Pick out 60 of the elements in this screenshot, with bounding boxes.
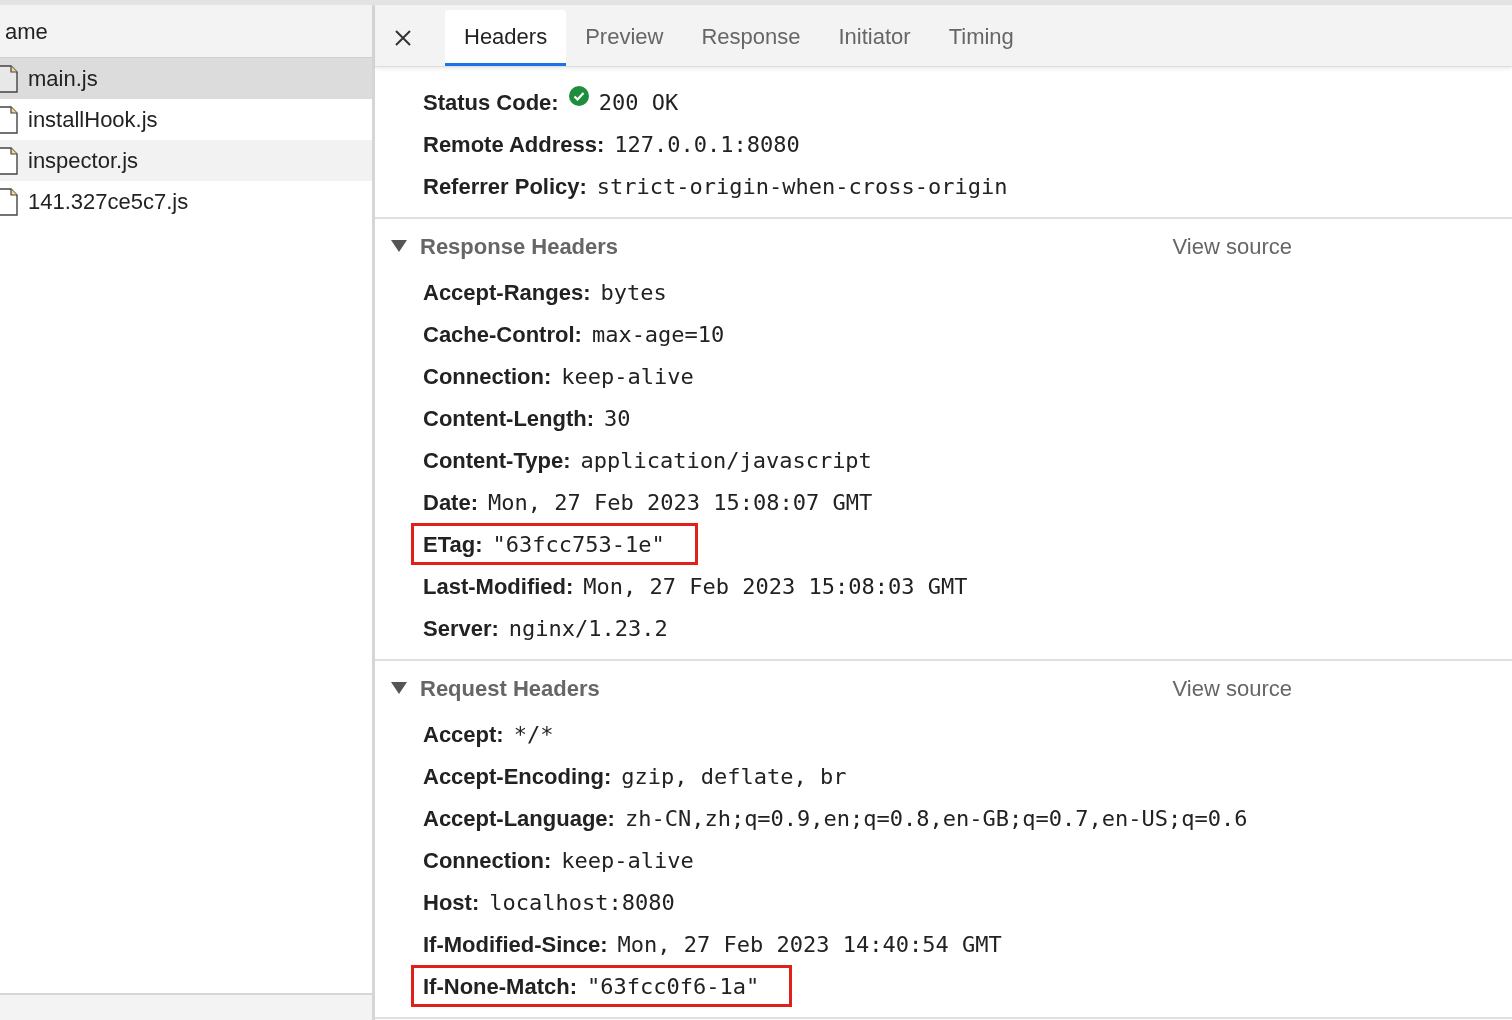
header-name: Accept:: [423, 720, 504, 749]
header-value: "63fcc0f6-1a": [587, 972, 760, 1001]
file-row[interactable]: inspector.js: [0, 140, 372, 181]
tab[interactable]: Timing: [929, 10, 1033, 66]
header-name: Accept-Ranges:: [423, 278, 591, 307]
header-name: Last-Modified:: [423, 572, 574, 601]
view-source-link[interactable]: View source: [1172, 671, 1292, 705]
header-value: strict-origin-when-cross-origin: [596, 172, 1008, 201]
header-value: Mon, 27 Feb 2023 15:08:03 GMT: [583, 572, 968, 601]
header-name: ETag:: [423, 530, 483, 559]
file-name: installHook.js: [28, 106, 158, 134]
header-value: Mon, 27 Feb 2023 14:40:54 GMT: [617, 930, 1002, 959]
tab[interactable]: Response: [682, 10, 820, 66]
header-value: 200 OK: [598, 88, 679, 117]
header-name: Remote Address:: [423, 130, 605, 159]
file-name: main.js: [28, 65, 98, 93]
header-value: "63fcc753-1e": [492, 530, 665, 559]
header-value: zh-CN,zh;q=0.9,en;q=0.8,en-GB;q=0.7,en-US;q=0.6: [624, 804, 1248, 833]
header-name: Referrer Policy:: [423, 172, 587, 201]
header-value: keep-alive: [561, 846, 694, 875]
file-name: 141.327ce5c7.js: [28, 188, 189, 216]
header-name: Content-Length:: [423, 404, 595, 433]
file-row[interactable]: main.js: [0, 58, 372, 99]
file-name: inspector.js: [28, 147, 139, 175]
tab[interactable]: Headers: [445, 10, 567, 66]
header-name: Status Code:: [423, 88, 559, 117]
header-name: Cache-Control:: [423, 320, 582, 349]
header-name: If-Modified-Since:: [423, 930, 608, 959]
header-value: keep-alive: [561, 362, 694, 391]
view-source-link[interactable]: View source: [1172, 229, 1292, 263]
tab[interactable]: Preview: [566, 10, 683, 66]
header-value: 30: [604, 404, 631, 433]
header-name: Connection:: [423, 846, 552, 875]
column-header[interactable]: ame: [5, 14, 48, 48]
header-value: localhost:8080: [489, 888, 675, 917]
file-icon: [0, 105, 18, 134]
file-icon: [0, 187, 18, 216]
header-name: Content-Type:: [423, 446, 571, 475]
file-icon: [0, 64, 18, 93]
header-name: Accept-Encoding:: [423, 762, 612, 791]
tab[interactable]: Initiator: [819, 10, 930, 66]
header-value: Mon, 27 Feb 2023 15:08:07 GMT: [488, 488, 873, 517]
triangle-icon[interactable]: [391, 681, 407, 695]
file-icon: [0, 146, 18, 175]
header-name: Date:: [423, 488, 478, 517]
header-value: gzip, deflate, br: [621, 762, 847, 791]
header-value: application/javascript: [580, 446, 872, 475]
header-value: nginx/1.23.2: [508, 614, 668, 643]
header-name: If-None-Match:: [423, 972, 577, 1001]
section-title[interactable]: Response Headers: [420, 229, 1173, 263]
header-value: */*: [513, 720, 554, 749]
header-value: max-age=10: [591, 320, 725, 349]
header-name: Accept-Language:: [423, 804, 615, 833]
header-value: bytes: [600, 278, 667, 307]
header-value: 127.0.0.1:8080: [614, 130, 800, 159]
header-name: Connection:: [423, 362, 552, 391]
section-title[interactable]: Request Headers: [420, 671, 1173, 705]
header-name: Host:: [423, 888, 480, 917]
triangle-icon[interactable]: [391, 239, 407, 253]
header-name: Server:: [423, 614, 499, 643]
